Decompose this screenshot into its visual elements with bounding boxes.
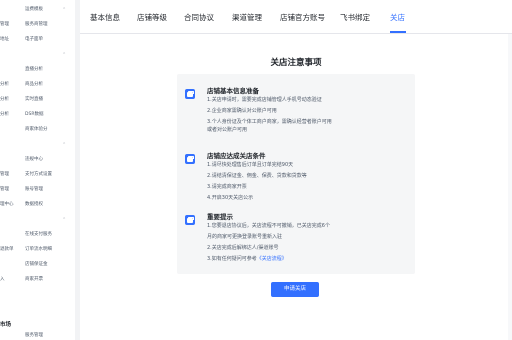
section-line: 1.您要退店协议后，关店流程不可撤销，已关店完成6个: [207, 223, 330, 229]
chevron-up-icon[interactable]: ⌃: [62, 217, 68, 223]
sidebar-row: 服务管理: [0, 331, 75, 340]
sidebar-item-right[interactable]: 支付方式设置: [25, 170, 59, 180]
close-shop-panel: 关店注意事项 店铺基本信息准备 1.关店申请时，需要完成店铺管理人手机号动态验证 2…: [80, 34, 508, 340]
sidebar-item-right[interactable]: 店铺保证金: [25, 260, 59, 270]
sidebar-item-right[interactable]: 账号管理: [25, 185, 59, 195]
sidebar-item-right[interactable]: 电子面单: [25, 35, 59, 45]
section-line: 或者对公账户可用: [207, 127, 248, 133]
sidebar-item-right[interactable]: 运费模板: [25, 5, 59, 15]
section-title: 店铺应达成关店条件: [207, 152, 266, 160]
sidebar-item-right[interactable]: 违规中心: [25, 155, 59, 165]
sidebar-item-right[interactable]: 商家体验分: [25, 125, 59, 135]
sidebar-item-right[interactable]: DSR数据: [25, 110, 59, 120]
close-process-link[interactable]: 《关店流程》: [257, 256, 287, 262]
chevron-up-icon[interactable]: ⌃: [62, 52, 68, 58]
sidebar-row: 分析 商品分析: [0, 80, 75, 90]
sidebar-item-right[interactable]: 数据授权: [25, 200, 59, 210]
sidebar-row: 管理 账号管理: [0, 185, 75, 195]
section-line: 2.请结清保证金、佣金、保费、贷款和贷款等: [207, 173, 307, 179]
sidebar-row: 地址 电子面单: [0, 35, 75, 45]
sidebar-item-left[interactable]: 管理: [0, 185, 24, 195]
tab-3[interactable]: 合同协议: [184, 12, 214, 23]
apply-close-shop-button[interactable]: 申请关店: [271, 282, 319, 297]
sidebar-item-left[interactable]: 分析: [0, 110, 24, 120]
section-line: 2.企业商家需确认对公账户可用: [207, 108, 277, 114]
sidebar-row: 商家体验分: [0, 125, 75, 135]
sidebar-item-left[interactable]: 管理: [0, 170, 24, 180]
sidebar-row: 分析 实时直播: [0, 95, 75, 105]
chevron-up-icon[interactable]: ⌃: [62, 7, 68, 13]
sidebar-item-right[interactable]: 服务管理: [25, 331, 59, 340]
tab-7[interactable]: 关店: [390, 12, 405, 23]
section-line: 3.如有任何疑问可参考《关店流程》: [207, 255, 407, 263]
sidebar-section-heading: 市场: [0, 322, 12, 328]
section-line: 4.开启30天关店公示: [207, 195, 254, 201]
sidebar-row: 退款单 订单流水明细: [0, 245, 75, 255]
sidebar-item-left[interactable]: 分析: [0, 80, 24, 90]
sidebar-row: 理中心 数据授权: [0, 200, 75, 210]
sidebar-item-left[interactable]: 分析: [0, 95, 24, 105]
sidebar-item-right[interactable]: 在线支付服务: [25, 230, 59, 240]
sidebar-item-right[interactable]: 服务商管理: [25, 20, 59, 30]
briefcase-icon: [185, 89, 195, 99]
sidebar-row: 入商家开票: [0, 275, 75, 285]
sidebar-row: 店铺保证金: [0, 260, 75, 270]
briefcase-icon: [185, 215, 195, 225]
tab-5[interactable]: 店铺官方账号: [280, 12, 325, 23]
tab-4[interactable]: 渠道管理: [232, 12, 262, 23]
main-area: 基本信息 店铺等级 合同协议 渠道管理 店铺官方账号 飞书绑定 关店 关店注意事项 店铺基本…: [80, 0, 512, 340]
content-area: 关店注意事项 店铺基本信息准备 1.关店申请时，需要完成店铺管理人手机号动态验证 2…: [80, 34, 512, 340]
sidebar-row: ⌃: [0, 50, 75, 60]
section-line-text: 3.如有任何疑问可参考: [207, 256, 257, 262]
sidebar-item-left[interactable]: 入: [0, 275, 24, 285]
sidebar-item-right[interactable]: 直播分析: [25, 65, 59, 75]
tab-bar: 基本信息 店铺等级 合同协议 渠道管理 店铺官方账号 飞书绑定 关店: [80, 0, 512, 34]
sidebar-item-left[interactable]: 理中心: [0, 200, 24, 210]
sidebar-item-left[interactable]: 退款单: [0, 245, 24, 255]
section-line: 3.个人身份证及个体工商户商家，需确认经营者账户可用: [207, 119, 332, 125]
sidebar-item-left[interactable]: 管理: [0, 20, 24, 30]
sidebar-item-right[interactable]: 订单流水明细: [25, 245, 59, 255]
sidebar-row: 在线支付服务: [0, 230, 75, 240]
section-title: 店铺基本信息准备: [207, 87, 259, 95]
section-line: 1.请尽快处理售后订单且订单完结90天: [207, 162, 294, 168]
sidebar-item-right[interactable]: 实时直播: [25, 95, 59, 105]
section-line: 2.关店完成后解绑达人/渠道账号: [207, 245, 279, 251]
sidebar-row: 管理 服务商管理: [0, 20, 75, 30]
tab-2[interactable]: 店铺等级: [137, 12, 167, 23]
active-tab-underline: [390, 31, 406, 33]
section-title: 重要提示: [207, 213, 233, 221]
tab-1[interactable]: 基本信息: [90, 12, 120, 23]
section-line: 1.关店申请时，需要完成店铺管理人手机号动态验证: [207, 97, 322, 103]
sidebar-item-left[interactable]: 地址: [0, 35, 24, 45]
sidebar-row: 违规中心: [0, 155, 75, 165]
briefcase-icon: [185, 154, 195, 164]
sidebar-row: 直播分析: [0, 65, 75, 75]
tab-6[interactable]: 飞书绑定: [340, 12, 370, 23]
sidebar-item-right[interactable]: 商品分析: [25, 80, 59, 90]
chevron-up-icon[interactable]: ⌃: [62, 142, 68, 148]
sidebar: 运费模板 管理 服务商管理 地址 电子面单 ⌃ 直播分析 分析 商品分析 分析 实时直播 分析 DSR数…: [0, 0, 75, 340]
sidebar-row: 管理 支付方式设置: [0, 170, 75, 180]
sidebar-item-right[interactable]: 商家开票: [25, 275, 59, 285]
sidebar-row: 分析 DSR数据: [0, 110, 75, 120]
sidebar-row: ⌃: [0, 140, 75, 150]
section-line: 月的商家可更换登录账号重新入驻: [207, 234, 283, 240]
page-title: 关店注意事项: [270, 58, 322, 68]
notice-card: 店铺基本信息准备 1.关店申请时，需要完成店铺管理人手机号动态验证 2.企业商家需确…: [177, 74, 415, 274]
section-line: 3.请完成商家开票: [207, 184, 247, 190]
sidebar-row: ⌃: [0, 215, 75, 225]
